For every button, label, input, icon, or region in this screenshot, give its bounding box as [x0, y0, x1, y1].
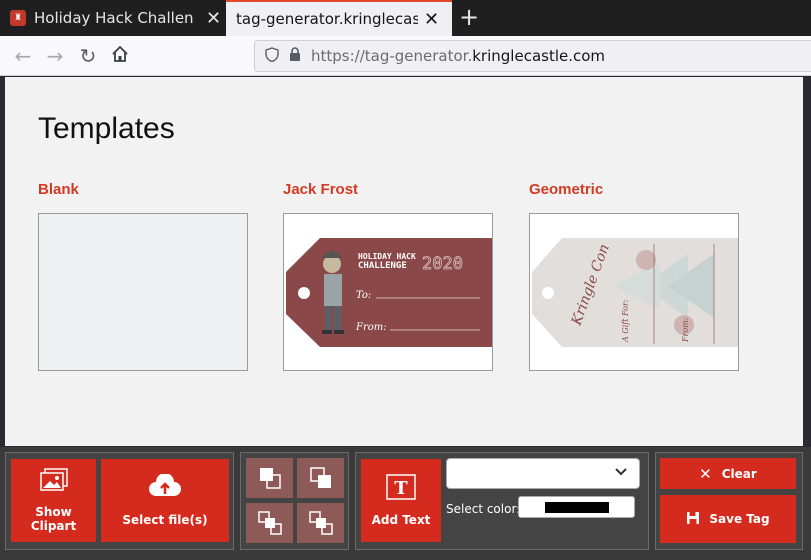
home-icon[interactable]: [106, 42, 134, 70]
reload-icon[interactable]: ↻: [74, 42, 102, 70]
geometric-tag-preview: Kringle Con A Gift For: From:: [532, 238, 738, 347]
bring-forward-icon: [308, 511, 333, 535]
editor-toolbar: Show Clipart Select file(s) T Add Text S…: [0, 447, 811, 560]
close-tab-icon[interactable]: ✕: [424, 9, 439, 30]
tab-holiday-hack[interactable]: ♜ Holiday Hack Challenge 2 ✕: [0, 0, 224, 36]
show-clipart-button[interactable]: Show Clipart: [11, 459, 96, 542]
jack-tag-year: 2020: [422, 254, 463, 274]
text-icon: T: [386, 474, 416, 503]
bring-forward-button[interactable]: [297, 503, 344, 543]
address-bar[interactable]: https://tag-generator. kringlecastle.com: [254, 40, 811, 72]
template-label-jack-frost: Jack Frost: [283, 181, 359, 198]
svg-text:T: T: [394, 478, 408, 499]
select-color-label: Select color:: [446, 502, 521, 516]
castle-favicon-icon: ♜: [10, 10, 26, 26]
save-icon: [686, 511, 700, 528]
close-x-icon: ✕: [699, 464, 712, 483]
send-to-back-button[interactable]: [246, 458, 293, 498]
tab-tag-generator[interactable]: tag-generator.kringlecastle. ✕: [226, 0, 452, 36]
url-prefix: https://tag-generator.: [311, 47, 473, 65]
cloud-upload-icon: [147, 473, 183, 501]
template-blank[interactable]: [38, 213, 248, 371]
chevron-down-icon: [615, 465, 627, 481]
template-geometric[interactable]: Kringle Con A Gift For: From:: [529, 213, 739, 371]
back-arrow-icon[interactable]: ←: [9, 42, 37, 70]
images-icon: [39, 468, 69, 495]
url-domain: kringlecastle.com: [472, 47, 606, 65]
jack-frost-tag-preview: HOLIDAY HACK CHALLENGE 2020 To: From:: [286, 238, 492, 347]
color-picker[interactable]: [518, 496, 635, 518]
jack-tag-heading-2: CHALLENGE: [358, 261, 407, 271]
select-files-button[interactable]: Select file(s): [101, 459, 229, 542]
template-label-geometric: Geometric: [529, 181, 604, 198]
save-tag-button[interactable]: Save Tag: [660, 495, 796, 543]
bring-to-front-button[interactable]: [297, 458, 344, 498]
jack-tag-heading-1: HOLIDAY HACK: [358, 252, 416, 261]
send-backward-icon: [257, 511, 282, 535]
send-to-back-icon: [259, 468, 281, 489]
jack-tag-to: To:: [356, 290, 371, 301]
font-select[interactable]: [446, 458, 640, 489]
new-tab-button[interactable]: +: [456, 4, 482, 30]
save-tag-label: Save Tag: [709, 512, 770, 526]
shield-icon: [265, 46, 279, 66]
template-jack-frost[interactable]: HOLIDAY HACK CHALLENGE 2020 To: From:: [283, 213, 493, 371]
clear-label: Clear: [721, 466, 757, 481]
clear-button[interactable]: ✕ Clear: [660, 458, 796, 489]
jack-tag-from: From:: [355, 322, 387, 333]
geometric-gift-for: A Gift For:: [621, 299, 630, 343]
tab-title: tag-generator.kringlecastle.: [236, 10, 418, 28]
geometric-from: From:: [681, 317, 690, 343]
template-label-blank: Blank: [38, 181, 79, 198]
bring-to-front-icon: [309, 467, 331, 488]
page-content: Templates Blank Jack Frost HOLIDAY HACK …: [5, 77, 803, 446]
tab-bar: ♜ Holiday Hack Challenge 2 ✕ tag-generat…: [0, 0, 811, 36]
forward-arrow-icon[interactable]: →: [41, 42, 69, 70]
tab-title: Holiday Hack Challenge 2: [34, 9, 194, 27]
close-tab-icon[interactable]: ✕: [206, 8, 221, 29]
send-backward-button[interactable]: [246, 503, 293, 543]
lock-icon: [289, 47, 301, 65]
add-text-button[interactable]: T Add Text: [361, 459, 441, 542]
add-text-label: Add Text: [371, 513, 431, 527]
navigation-bar: ← → ↻ https://tag-generator. kringlecastl…: [0, 36, 811, 76]
show-clipart-label: Show Clipart: [30, 505, 77, 533]
page-title: Templates: [38, 112, 175, 145]
color-swatch-fill: [545, 502, 609, 513]
select-files-label: Select file(s): [122, 513, 208, 527]
